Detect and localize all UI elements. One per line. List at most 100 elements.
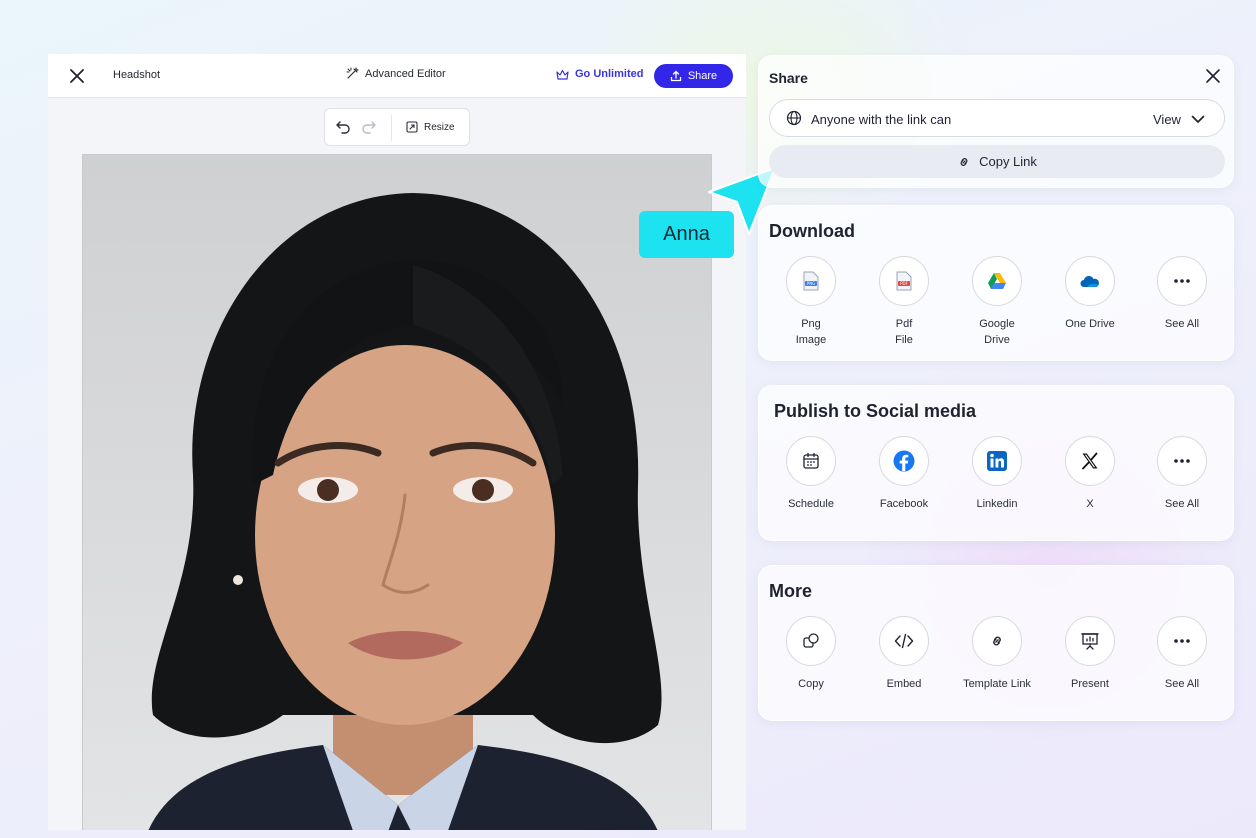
close-icon: [70, 69, 84, 83]
chevron-down-icon: [1191, 115, 1205, 123]
facebook-button[interactable]: Facebook: [859, 436, 949, 512]
more-see-all-label: See All: [1164, 678, 1200, 690]
go-unlimited-button[interactable]: Go Unlimited: [556, 68, 643, 80]
advanced-editor-button[interactable]: Advanced Editor: [346, 67, 446, 80]
link-access-dropdown[interactable]: Anyone with the link can View: [769, 99, 1225, 137]
globe-icon: [786, 110, 802, 126]
onedrive-icon: [1080, 275, 1099, 287]
undo-icon: [336, 121, 350, 134]
close-icon: [1206, 69, 1220, 83]
social-see-all-button[interactable]: See All: [1137, 436, 1227, 512]
download-see-all-label: See All: [1164, 318, 1200, 330]
presentation-icon: [1081, 633, 1099, 650]
upload-icon: [670, 70, 681, 82]
go-unlimited-label: Go Unlimited: [575, 68, 644, 80]
download-onedrive-label: One Drive: [1065, 318, 1115, 330]
linkedin-option-circle: [972, 436, 1022, 486]
resize-icon: [406, 121, 418, 133]
social-see-all-circle: [1157, 436, 1207, 486]
schedule-button[interactable]: Schedule: [766, 436, 856, 512]
copy-button[interactable]: Copy: [766, 616, 856, 692]
more-see-all-button[interactable]: See All: [1137, 616, 1227, 692]
link-permission-value: View: [1153, 112, 1181, 127]
png-option-circle: PNG: [786, 256, 836, 306]
schedule-label: Schedule: [788, 498, 834, 510]
linkedin-label: Linkedin: [976, 498, 1018, 510]
link-icon: [993, 636, 1001, 646]
svg-text:PDF: PDF: [900, 281, 908, 286]
close-editor-button[interactable]: [66, 65, 88, 87]
document-title[interactable]: Headshot: [113, 69, 160, 81]
template-link-label: Template Link: [963, 678, 1031, 690]
template-link-button[interactable]: Template Link: [952, 616, 1042, 692]
share-button[interactable]: Share: [654, 64, 733, 88]
share-panel: Share Anyone with the link can View Copy…: [758, 55, 1234, 188]
schedule-option-circle: [786, 436, 836, 486]
more-dots-icon: [1174, 279, 1190, 283]
linkedin-icon: [987, 451, 1007, 471]
x-option-circle: [1065, 436, 1115, 486]
onedrive-option-circle: [1065, 256, 1115, 306]
pdf-file-icon: PDF: [896, 271, 912, 291]
undo-button[interactable]: [335, 119, 351, 140]
google-drive-option-circle: [972, 256, 1022, 306]
advanced-editor-label: Advanced Editor: [365, 67, 446, 80]
collaborator-name-tag: Anna: [639, 211, 734, 258]
download-google-drive-label: Google Drive: [979, 318, 1015, 346]
calendar-icon: [803, 452, 819, 469]
download-png-button[interactable]: PNG Png Image: [766, 256, 856, 348]
download-see-all-button[interactable]: See All: [1137, 256, 1227, 332]
download-png-label: Png Image: [795, 318, 827, 346]
resize-label: Resize: [424, 121, 455, 133]
social-media-panel: Publish to Social media Schedule Faceboo…: [758, 385, 1234, 541]
present-option-circle: [1065, 616, 1115, 666]
download-pdf-button[interactable]: PDF Pdf File: [859, 256, 949, 348]
share-panel-title: Share: [769, 70, 808, 86]
social-media-title: Publish to Social media: [774, 401, 977, 421]
collaborator-name: Anna: [663, 223, 710, 245]
template-link-option-circle: [972, 616, 1022, 666]
copy-option-circle: [786, 616, 836, 666]
present-button[interactable]: Present: [1045, 616, 1135, 692]
copy-label: Copy: [798, 678, 824, 690]
pdf-option-circle: PDF: [879, 256, 929, 306]
x-button[interactable]: X: [1045, 436, 1135, 512]
facebook-label: Facebook: [879, 498, 929, 510]
editor-window: Headshot Advanced Editor Go Unlimited Sh…: [48, 54, 746, 830]
link-icon: [960, 157, 968, 166]
embed-label: Embed: [886, 678, 922, 690]
crown-icon: [556, 69, 569, 80]
toolbar-divider: [391, 115, 392, 141]
download-panel: Download PNG Png Image PDF Pdf File Goog…: [758, 205, 1234, 361]
more-dots-icon: [1174, 639, 1190, 643]
png-file-icon: PNG: [803, 271, 819, 291]
more-see-all-circle: [1157, 616, 1207, 666]
more-dots-icon: [1174, 459, 1190, 463]
redo-icon: [362, 121, 376, 134]
more-title: More: [769, 581, 813, 601]
x-icon: [1082, 452, 1098, 470]
link-access-text: Anyone with the link can: [811, 112, 952, 127]
download-google-drive-button[interactable]: Google Drive: [952, 256, 1042, 348]
copy-link-button[interactable]: Copy Link: [769, 145, 1225, 178]
portrait-image: [148, 193, 662, 830]
magic-wand-icon: [346, 67, 359, 79]
copy-icon: [803, 633, 819, 648]
redo-button[interactable]: [361, 119, 377, 140]
linkedin-button[interactable]: Linkedin: [952, 436, 1042, 512]
facebook-option-circle: [879, 436, 929, 486]
social-see-all-label: See All: [1164, 498, 1200, 510]
x-label: X: [1086, 498, 1094, 510]
google-drive-icon: [988, 273, 1006, 289]
close-share-panel-button[interactable]: [1205, 68, 1221, 89]
resize-button[interactable]: Resize: [406, 121, 455, 133]
download-title: Download: [769, 221, 855, 241]
embed-button[interactable]: Embed: [859, 616, 949, 692]
download-onedrive-button[interactable]: One Drive: [1045, 256, 1135, 332]
share-button-label: Share: [687, 70, 718, 82]
download-pdf-label: Pdf File: [895, 318, 913, 346]
embed-option-circle: [879, 616, 929, 666]
copy-link-label: Copy Link: [979, 154, 1037, 169]
canvas-toolbar: Resize: [324, 108, 470, 146]
headshot-photo[interactable]: [82, 154, 712, 830]
